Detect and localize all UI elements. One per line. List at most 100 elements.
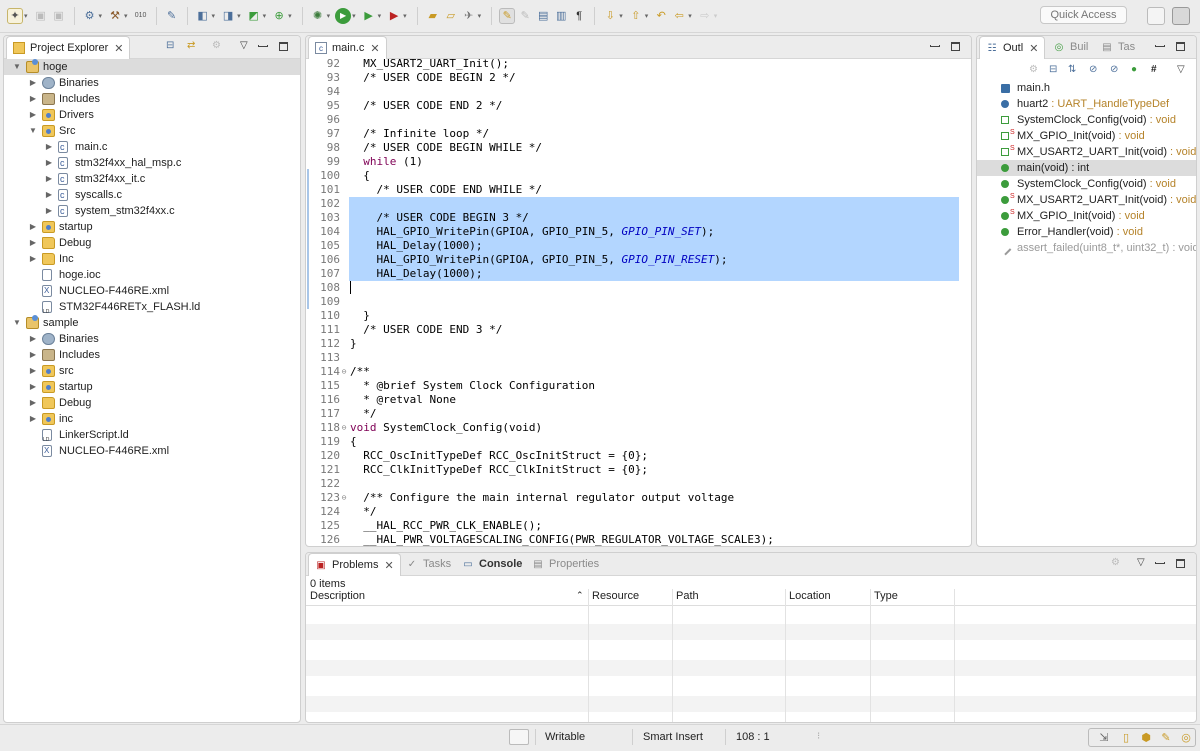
last-edit-location-icon[interactable]: ↶ — [653, 8, 669, 24]
fold-toggle-icon[interactable]: ⊖ — [340, 491, 348, 505]
new-folder-dropdown-icon[interactable]: ▾ — [237, 12, 241, 20]
toggle-block-selection-icon[interactable]: ✎ — [517, 8, 533, 24]
code-line[interactable]: 111 /* USER CODE END 3 */ — [306, 323, 971, 337]
word-wrap-icon[interactable]: ▥ — [553, 8, 569, 24]
code-line[interactable]: 105 HAL_Delay(1000); — [306, 239, 971, 253]
tree-item[interactable]: ▶ startup — [4, 379, 300, 395]
back-icon[interactable]: ⇦ — [671, 8, 687, 24]
quick-access-input[interactable] — [1040, 6, 1127, 24]
tree-item[interactable]: ▶ inc — [4, 411, 300, 427]
maximize-button[interactable] — [951, 42, 960, 51]
code-line[interactable]: 113 — [306, 351, 971, 365]
tree-item[interactable]: ▶ Binaries — [4, 75, 300, 91]
filter-icon[interactable]: ⚙ — [1029, 64, 1038, 75]
code-line[interactable]: 121 RCC_ClkInitTypeDef RCC_ClkInitStruct… — [306, 463, 971, 477]
tab-tasks[interactable]: ✓ Tasks — [400, 553, 457, 575]
close-icon[interactable]: ✕ — [1029, 42, 1038, 55]
group-macros-icon[interactable]: # — [1151, 64, 1157, 75]
code-line[interactable]: 122 — [306, 477, 971, 491]
fold-toggle-icon[interactable]: ⊖ — [340, 365, 348, 379]
tab-outline[interactable]: ☷ Outl ✕ — [979, 36, 1046, 59]
tree-item[interactable]: ▶ system_stm32f4xx.c — [4, 203, 300, 219]
code-line[interactable]: 119 { — [306, 435, 971, 449]
column-resource[interactable]: Resource — [592, 590, 639, 602]
debug-dropdown-icon[interactable]: ▾ — [327, 12, 331, 20]
outline-item[interactable]: Error_Handler(void) : void — [977, 224, 1196, 240]
collapse-arrow-icon[interactable]: ▶ — [28, 363, 38, 379]
column-path[interactable]: Path — [676, 590, 699, 602]
collapse-arrow-icon[interactable]: ▶ — [44, 139, 54, 155]
outline-item[interactable]: S MX_USART2_UART_Init(void) : void — [977, 144, 1196, 160]
run-dropdown-icon[interactable]: ▾ — [352, 12, 356, 20]
code-line[interactable]: 123 ⊖ /** Configure the main internal reg… — [306, 491, 971, 505]
code-line[interactable]: 117 */ — [306, 407, 971, 421]
tree-item[interactable]: ▼ sample — [4, 315, 300, 331]
tab-project-explorer[interactable]: Project Explorer ✕ — [6, 36, 131, 59]
prev-annotation-dropdown-icon[interactable]: ▾ — [645, 12, 649, 20]
code-line[interactable]: 110 } — [306, 309, 971, 323]
code-line[interactable]: 108 — [306, 281, 971, 295]
code-line[interactable]: 96 — [306, 113, 971, 127]
search-dropdown-icon[interactable]: ▾ — [478, 12, 482, 20]
new-project-dropdown-icon[interactable]: ▾ — [212, 12, 216, 20]
new-dropdown-icon[interactable]: ▾ — [24, 12, 28, 20]
tree-item[interactable]: ▶ stm32f4xx_hal_msp.c — [4, 155, 300, 171]
minimize-button[interactable] — [930, 40, 940, 47]
new-icon[interactable]: ✦ — [7, 8, 23, 24]
minimize-button[interactable] — [1155, 40, 1165, 47]
code-line[interactable]: 104 HAL_GPIO_WritePin(GPIOA, GPIO_PIN_5,… — [306, 225, 971, 239]
save-all-icon[interactable]: ▣ — [51, 8, 67, 24]
status-drag-handle[interactable]: ⁝ — [817, 731, 820, 742]
tab-task-list[interactable]: ▤ Tas — [1095, 36, 1141, 58]
code-line[interactable]: 103 /* USER CODE BEGIN 3 */ — [306, 211, 971, 225]
code-line[interactable]: 93 /* USER CODE BEGIN 2 */ — [306, 71, 971, 85]
code-line[interactable]: 112} — [306, 337, 971, 351]
build-dropdown-icon[interactable]: ▾ — [124, 12, 128, 20]
filter-icon[interactable]: ⚙ — [212, 40, 221, 51]
new-class-dropdown-icon[interactable]: ▾ — [263, 12, 267, 20]
forward-icon[interactable]: ⇨ — [697, 8, 713, 24]
close-icon[interactable]: ✕ — [370, 42, 379, 55]
save-icon[interactable]: ▣ — [33, 8, 49, 24]
new-wizard-dropdown-icon[interactable]: ▾ — [288, 12, 292, 20]
tree-item[interactable]: ▶ Debug — [4, 395, 300, 411]
tree-item[interactable]: ▶ Debug — [4, 235, 300, 251]
outline-item[interactable]: main(void) : int — [977, 160, 1196, 176]
tree-item[interactable]: ▶ startup — [4, 219, 300, 235]
new-source-folder-icon[interactable]: ◨ — [220, 8, 236, 24]
tree-item[interactable]: ▶ Includes — [4, 347, 300, 363]
binary-icon[interactable]: 010 — [133, 8, 149, 24]
collapse-arrow-icon[interactable]: ▶ — [28, 75, 38, 91]
code-line[interactable]: 95 /* USER CODE END 2 */ — [306, 99, 971, 113]
minimize-button[interactable] — [258, 40, 268, 47]
code-line[interactable]: 114 ⊖/** — [306, 365, 971, 379]
maximize-button[interactable] — [279, 42, 288, 51]
code-line[interactable]: 107 HAL_Delay(1000); — [306, 267, 971, 281]
hide-fields-icon[interactable]: ⊘ — [1089, 64, 1097, 75]
build-hammer-icon[interactable]: ⚒ — [107, 8, 123, 24]
tab-problems[interactable]: ▣ Problems ✕ — [308, 553, 401, 576]
link-with-editor-icon[interactable]: ⇄ — [187, 40, 195, 51]
code-line[interactable]: 94 — [306, 85, 971, 99]
code-line[interactable]: 100 { — [306, 169, 971, 183]
outline-item[interactable]: S MX_GPIO_Init(void) : void — [977, 208, 1196, 224]
outline-item[interactable]: main.h — [977, 80, 1196, 96]
debug-tool-icon[interactable]: ✎ — [164, 8, 180, 24]
collapse-arrow-icon[interactable]: ▶ — [28, 411, 38, 427]
code-line[interactable]: 101 /* USER CODE END WHILE */ — [306, 183, 971, 197]
tree-item[interactable]: LinkerScript.ld — [4, 427, 300, 448]
minimize-button[interactable] — [1155, 557, 1165, 564]
build-config-icon[interactable]: ⚙ — [82, 8, 98, 24]
outline-item[interactable]: huart2 : UART_HandleTypeDef — [977, 96, 1196, 112]
external-tools-icon[interactable]: ▶ — [386, 8, 402, 24]
code-line[interactable]: 97 /* Infinite loop */ — [306, 127, 971, 141]
coverage-icon[interactable]: ▶ — [361, 8, 377, 24]
back-dropdown-icon[interactable]: ▾ — [688, 12, 692, 20]
external-tools-dropdown-icon[interactable]: ▾ — [403, 12, 407, 20]
collapse-arrow-icon[interactable]: ▶ — [28, 379, 38, 395]
code-line[interactable]: 92 MX_USART2_UART_Init(); — [306, 57, 971, 71]
collapse-arrow-icon[interactable]: ▶ — [44, 155, 54, 171]
tree-item[interactable]: hoge.ioc — [4, 267, 300, 283]
overview-icon[interactable]: ◎ — [1178, 730, 1194, 746]
collapse-arrow-icon[interactable]: ▶ — [28, 251, 38, 267]
